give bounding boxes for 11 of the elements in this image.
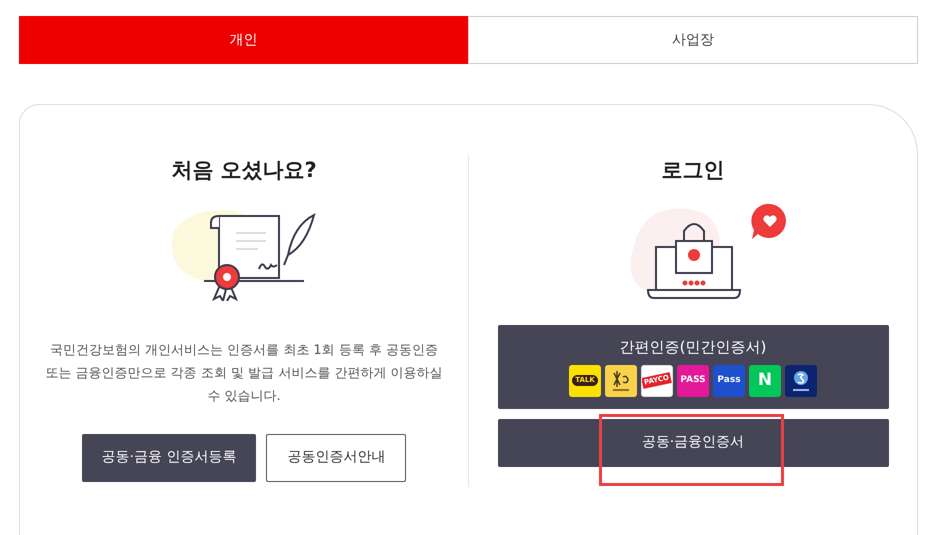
certificate-login-button[interactable]: 공동·금융인증서 xyxy=(498,418,888,466)
certificate-button[interactable]: 공동·금융 인증서등록 xyxy=(82,434,256,482)
provider-logo: PASS xyxy=(677,364,709,397)
section-title: 처음 오셨나요? xyxy=(171,157,317,184)
description-text: 국민건강보험의 개인서비스는 인증서를 최초 1회 등록 후 공동인증 또는 금융인증만으로 각종 조회 및 발급 서비스를 간편하게 이용하실 수 있습니다. xyxy=(44,342,444,406)
certificate-button[interactable]: 공동인증서안내 xyxy=(266,434,406,482)
tab[interactable]: 사업장 xyxy=(468,16,918,64)
provider-logo: Pass xyxy=(713,364,745,397)
provider-logo: N xyxy=(749,364,781,397)
section-title: 로그인 xyxy=(662,157,724,184)
tab[interactable]: 개인 xyxy=(19,16,468,64)
